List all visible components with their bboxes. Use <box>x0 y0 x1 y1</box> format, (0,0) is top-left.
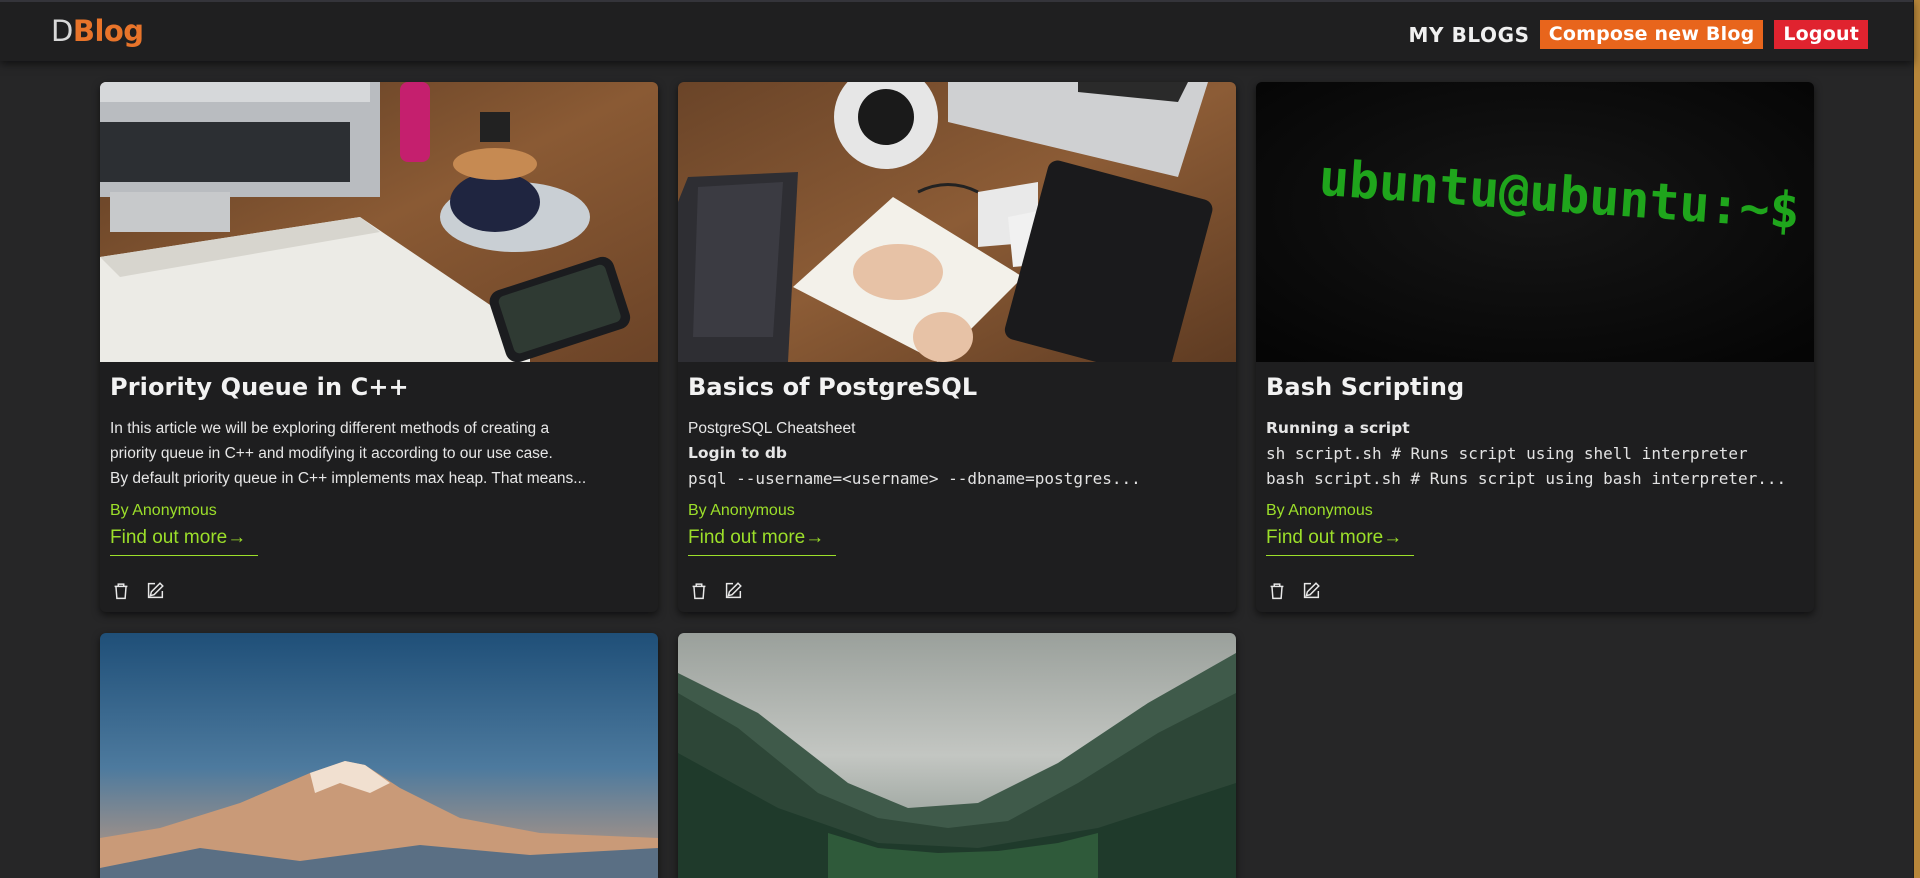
blog-card-actions <box>688 580 744 602</box>
blog-card-excerpt: Running a script sh script.sh # Runs scr… <box>1266 416 1804 491</box>
trash-icon[interactable] <box>688 580 710 602</box>
edit-icon[interactable] <box>144 580 166 602</box>
edit-icon[interactable] <box>1300 580 1322 602</box>
mountain-sunset-image <box>100 633 658 878</box>
find-out-more-link[interactable]: Find out more→ <box>1266 527 1414 556</box>
blog-card-body: Bash Scripting Running a script sh scrip… <box>1256 362 1814 612</box>
nav-actions: MY BLOGS Compose new Blog Logout <box>1408 20 1868 49</box>
brand-logo[interactable]: DBlog <box>51 14 144 48</box>
blog-card-image <box>678 633 1236 878</box>
blog-card-image <box>678 82 1236 362</box>
compose-new-blog-button[interactable]: Compose new Blog <box>1539 20 1764 49</box>
find-out-more-link[interactable]: Find out more→ <box>110 527 258 556</box>
blog-card-author: By Anonymous <box>1266 502 1373 519</box>
edit-icon[interactable] <box>722 580 744 602</box>
misty-forest-image <box>678 633 1236 878</box>
excerpt-heading: Running a script <box>1266 419 1410 437</box>
blog-card-actions <box>110 580 166 602</box>
excerpt-line: PostgreSQL Cheatsheet <box>688 420 856 437</box>
find-out-more-link[interactable]: Find out more→ <box>688 527 836 556</box>
excerpt-line: By default priority queue in C++ impleme… <box>110 470 587 487</box>
terminal-prompt-image: ubuntu@ubuntu:~$ | <box>1256 82 1814 362</box>
trash-icon[interactable] <box>1266 580 1288 602</box>
blog-card-excerpt: PostgreSQL Cheatsheet Login to db psql -… <box>688 416 1226 491</box>
blog-card-image <box>100 633 658 878</box>
blog-card-title[interactable]: Priority Queue in C++ <box>110 372 648 402</box>
blog-card-title[interactable]: Bash Scripting <box>1266 372 1804 402</box>
blog-card: Basics of PostgreSQL PostgreSQL Cheatshe… <box>678 82 1236 612</box>
brand-d: D <box>51 14 73 48</box>
blog-card <box>100 633 658 878</box>
blog-card: Priority Queue in C++ In this article we… <box>100 82 658 612</box>
blog-card-author: By Anonymous <box>688 502 795 519</box>
brand-blog: Blog <box>72 14 144 48</box>
scrollbar[interactable] <box>1913 0 1920 878</box>
blog-card-body: Priority Queue in C++ In this article we… <box>100 362 658 612</box>
my-blogs-link[interactable]: MY BLOGS <box>1408 23 1529 47</box>
blog-card-body: Basics of PostgreSQL PostgreSQL Cheatshe… <box>678 362 1236 612</box>
blog-card-actions <box>1266 580 1322 602</box>
blog-card-author: By Anonymous <box>110 502 217 519</box>
excerpt-code: psql --username=<username> --dbname=post… <box>688 469 1141 488</box>
blog-card-image: ubuntu@ubuntu:~$ | <box>1256 82 1814 362</box>
excerpt-heading: Login to db <box>688 444 788 462</box>
excerpt-code: bash script.sh # Runs script using bash … <box>1266 469 1787 488</box>
blog-card <box>678 633 1236 878</box>
scrollbar-thumb[interactable] <box>1914 0 1920 878</box>
blog-card: ubuntu@ubuntu:~$ | Bash Scripting Runnin… <box>1256 82 1814 612</box>
logout-button[interactable]: Logout <box>1774 20 1868 49</box>
excerpt-code: sh script.sh # Runs script using shell i… <box>1266 444 1748 463</box>
excerpt-line: In this article we will be exploring dif… <box>110 420 550 437</box>
excerpt-line: priority queue in C++ and modifying it a… <box>110 445 553 462</box>
navbar: DBlog MY BLOGS Compose new Blog Logout <box>0 0 1913 61</box>
desk-notebook-coffee-image <box>100 82 658 362</box>
blog-card-excerpt: In this article we will be exploring dif… <box>110 416 648 491</box>
blog-card-title[interactable]: Basics of PostgreSQL <box>688 372 1226 402</box>
desk-journal-writing-image <box>678 82 1236 362</box>
trash-icon[interactable] <box>110 580 132 602</box>
blog-card-image <box>100 82 658 362</box>
